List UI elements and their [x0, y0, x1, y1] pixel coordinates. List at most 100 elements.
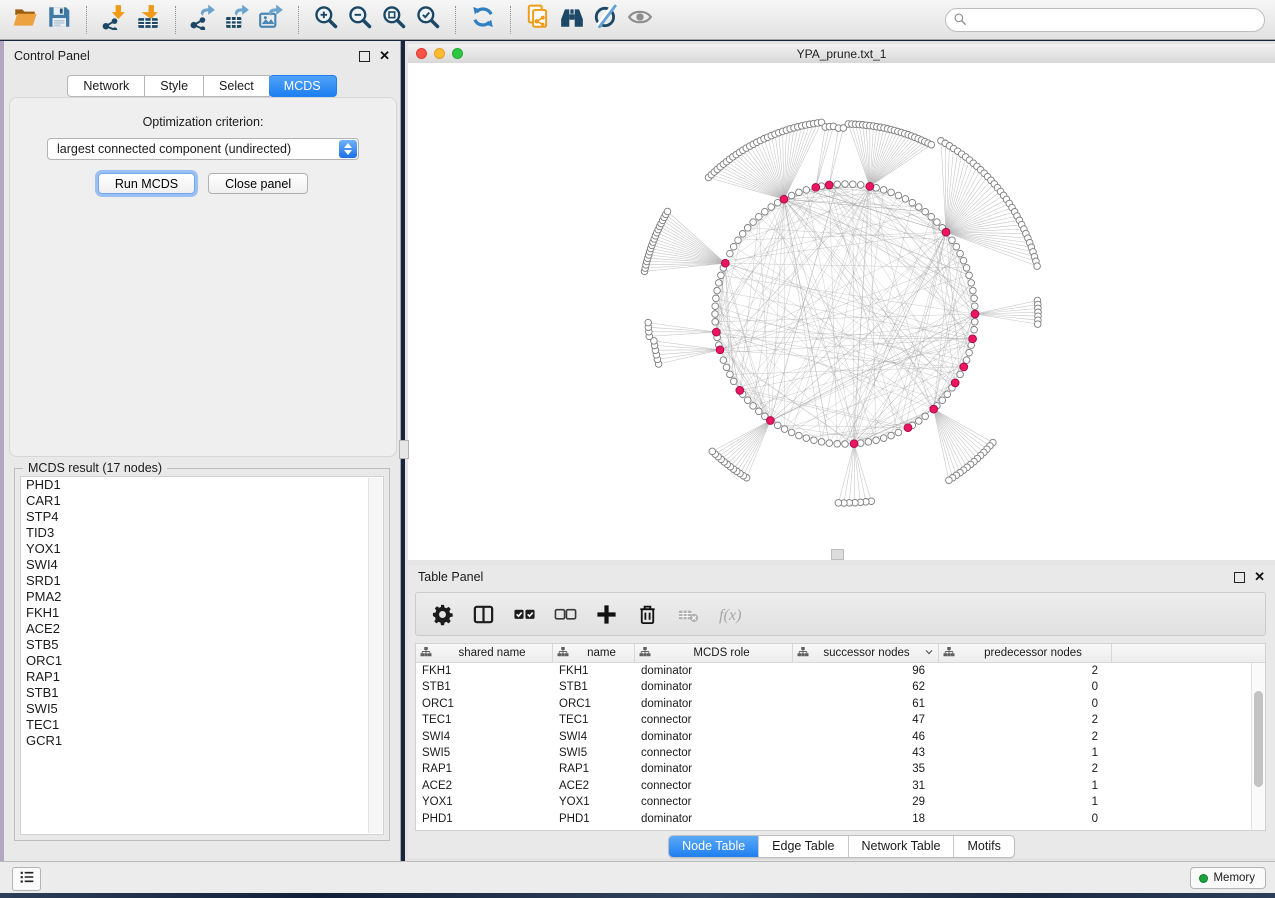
table-row[interactable]: YOX1YOX1connector291 — [416, 794, 1265, 810]
table-row[interactable]: STB1STB1dominator620 — [416, 679, 1265, 695]
table-cell: ORC1 — [416, 696, 553, 712]
window-close-button[interactable] — [416, 48, 427, 59]
show-graphics-details-button[interactable] — [623, 4, 657, 36]
tab-select[interactable]: Select — [204, 75, 270, 97]
select-all-icon[interactable] — [513, 603, 536, 626]
column-header-MCDS-role[interactable]: MCDS role — [635, 644, 793, 662]
result-node-item[interactable]: TID3 — [21, 525, 383, 541]
hide-graphics-details-icon — [593, 4, 619, 35]
network-canvas[interactable] — [408, 63, 1275, 560]
zoom-fit-icon — [381, 4, 407, 35]
import-table-button[interactable] — [131, 4, 165, 36]
table-row[interactable]: RAP1RAP1dominator352 — [416, 761, 1265, 777]
result-node-item[interactable]: PHD1 — [21, 477, 383, 493]
tab-node-table[interactable]: Node Table — [669, 836, 758, 857]
tab-network[interactable]: Network — [67, 75, 145, 97]
zoom-fit-button[interactable] — [377, 4, 411, 36]
result-node-item[interactable]: GCR1 — [21, 733, 383, 749]
search-network-button[interactable] — [555, 4, 589, 36]
table-row[interactable]: ORC1ORC1dominator610 — [416, 696, 1265, 712]
export-table-button[interactable] — [220, 4, 254, 36]
toolbar-separator — [298, 6, 299, 34]
function-builder-icon: f(x) — [718, 603, 741, 626]
network-svg[interactable] — [408, 63, 1275, 560]
control-panel-title: Control Panel — [14, 49, 90, 63]
column-header-predecessor-nodes[interactable]: predecessor nodes — [939, 644, 1112, 662]
toolbar-separator — [455, 6, 456, 34]
float-table-panel-icon[interactable] — [1234, 572, 1245, 583]
search-input[interactable] — [945, 8, 1265, 32]
refresh-view-button[interactable] — [466, 4, 500, 36]
result-node-item[interactable]: STB5 — [21, 637, 383, 653]
tab-edge-table[interactable]: Edge Table — [758, 836, 847, 857]
add-row-icon[interactable] — [595, 603, 618, 626]
result-node-item[interactable]: SWI5 — [21, 701, 383, 717]
table-toolbar: f(x) — [415, 592, 1266, 636]
optimization-criterion-select[interactable]: largest connected component (undirected) — [47, 138, 359, 160]
result-node-item[interactable]: SRD1 — [21, 573, 383, 589]
result-list-scrollbar[interactable] — [368, 478, 382, 833]
close-panel-button[interactable]: Close panel — [208, 173, 308, 194]
table-cell: connector — [635, 778, 793, 794]
chevron-down-icon[interactable] — [924, 647, 934, 660]
mcds-result-title: MCDS result (17 nodes) — [23, 461, 167, 475]
window-minimize-button[interactable] — [434, 48, 445, 59]
table-row[interactable]: TEC1TEC1connector472 — [416, 712, 1265, 728]
table-row[interactable]: SWI4SWI4dominator462 — [416, 729, 1265, 745]
optimization-criterion-value: largest connected component (undirected) — [57, 142, 291, 156]
table-settings-icon[interactable] — [431, 603, 454, 626]
result-node-item[interactable]: TEC1 — [21, 717, 383, 733]
memory-button[interactable]: Memory — [1190, 867, 1266, 889]
show-columns-icon[interactable] — [472, 603, 495, 626]
close-table-panel-icon[interactable]: ✕ — [1254, 572, 1265, 582]
zoom-selected-icon — [415, 4, 441, 35]
tab-network-table[interactable]: Network Table — [848, 836, 954, 857]
zoom-in-button[interactable] — [309, 4, 343, 36]
column-header-name[interactable]: name — [553, 644, 635, 662]
search-icon — [953, 12, 967, 31]
task-history-button[interactable] — [12, 867, 41, 891]
zoom-selected-button[interactable] — [411, 4, 445, 36]
result-node-item[interactable]: STP4 — [21, 509, 383, 525]
result-node-item[interactable]: FKH1 — [21, 605, 383, 621]
deselect-all-icon[interactable] — [554, 603, 577, 626]
import-network-button[interactable] — [97, 4, 131, 36]
horizontal-splitter-handle[interactable] — [831, 549, 844, 560]
network-file-button[interactable] — [521, 4, 555, 36]
column-header-shared-name[interactable]: shared name — [416, 644, 553, 662]
export-network-button[interactable] — [186, 4, 220, 36]
tab-style[interactable]: Style — [145, 75, 204, 97]
result-node-item[interactable]: ACE2 — [21, 621, 383, 637]
tab-motifs[interactable]: Motifs — [953, 836, 1013, 857]
vertical-splitter-handle[interactable] — [399, 440, 409, 459]
hide-graphics-details-button[interactable] — [589, 4, 623, 36]
result-node-item[interactable]: RAP1 — [21, 669, 383, 685]
delete-row-icon[interactable] — [636, 603, 659, 626]
table-cell: 1 — [939, 745, 1112, 761]
table-cell: YOX1 — [416, 794, 553, 810]
table-row[interactable]: SWI5SWI5connector431 — [416, 745, 1265, 761]
result-node-item[interactable]: STB1 — [21, 685, 383, 701]
result-node-item[interactable]: PMA2 — [21, 589, 383, 605]
close-panel-icon[interactable]: ✕ — [379, 51, 390, 61]
zoom-out-button[interactable] — [343, 4, 377, 36]
mcds-result-list: PHD1CAR1STP4TID3YOX1SWI4SRD1PMA2FKH1ACE2… — [20, 476, 384, 835]
table-row[interactable]: PHD1PHD1dominator180 — [416, 811, 1265, 827]
result-node-item[interactable]: ORC1 — [21, 653, 383, 669]
export-image-icon — [258, 4, 284, 35]
float-panel-icon[interactable] — [359, 51, 370, 62]
open-file-button[interactable] — [8, 4, 42, 36]
table-row[interactable]: ACE2ACE2connector311 — [416, 778, 1265, 794]
result-node-item[interactable]: YOX1 — [21, 541, 383, 557]
export-image-button[interactable] — [254, 4, 288, 36]
result-node-item[interactable]: CAR1 — [21, 493, 383, 509]
table-row[interactable]: FKH1FKH1dominator962 — [416, 663, 1265, 679]
column-header-successor-nodes[interactable]: successor nodes — [793, 644, 939, 662]
result-node-item[interactable]: SWI4 — [21, 557, 383, 573]
task-list-icon — [19, 869, 35, 890]
table-scrollbar-thumb[interactable] — [1254, 691, 1263, 787]
window-maximize-button[interactable] — [452, 48, 463, 59]
save-session-button[interactable] — [42, 4, 76, 36]
tab-mcds[interactable]: MCDS — [269, 75, 337, 97]
run-mcds-button[interactable]: Run MCDS — [98, 173, 195, 194]
